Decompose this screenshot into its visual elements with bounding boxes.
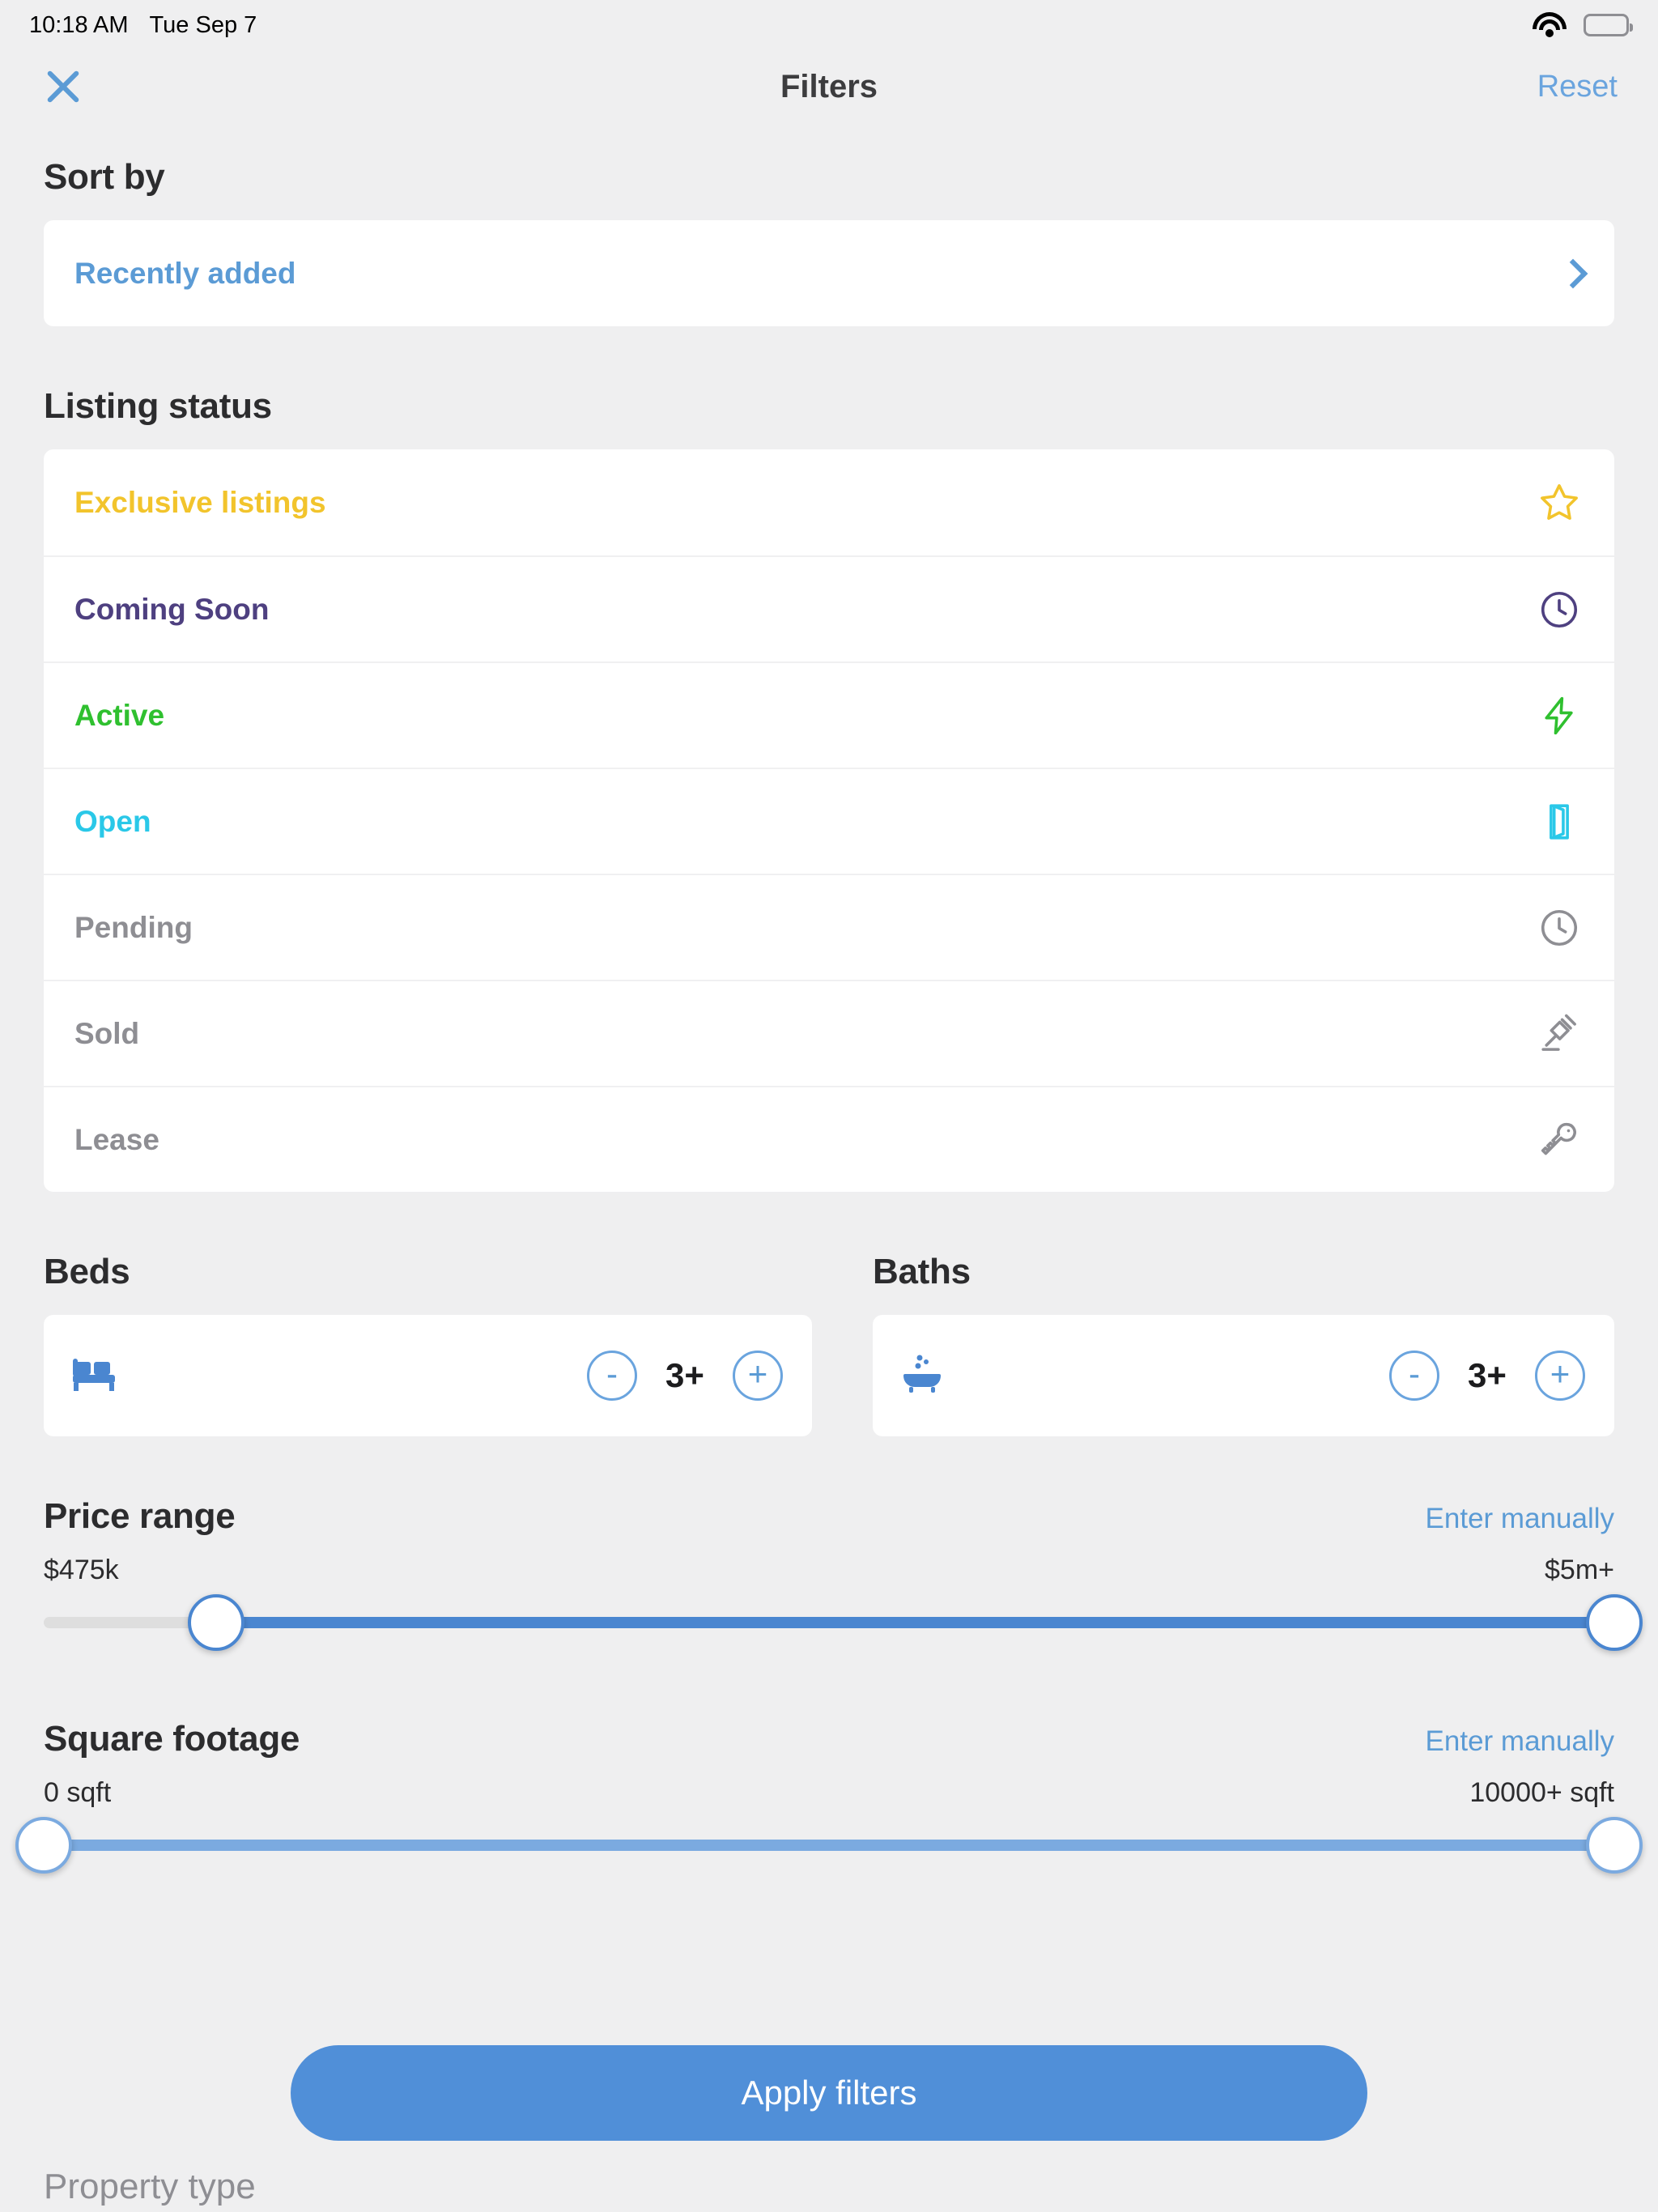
price-range-heading: Price range xyxy=(44,1496,236,1536)
beds-stepper: - 3+ + xyxy=(44,1315,812,1436)
gavel-icon xyxy=(1535,1010,1584,1058)
baths-increment-button[interactable]: + xyxy=(1535,1351,1585,1401)
sqft-slider-max-handle[interactable] xyxy=(1586,1817,1643,1874)
beds-increment-button[interactable]: + xyxy=(733,1351,783,1401)
sort-by-card: Recently added xyxy=(44,220,1614,326)
baths-decrement-button[interactable]: - xyxy=(1389,1351,1439,1401)
sqft-min-label: 0 sqft xyxy=(44,1777,112,1808)
listing-status-label: Sold xyxy=(74,1016,140,1050)
listing-status-row-sold[interactable]: Sold xyxy=(44,980,1614,1086)
price-slider-min-handle[interactable] xyxy=(188,1594,245,1651)
baths-group: Baths - 3+ + xyxy=(829,1252,1658,1436)
sqft-slider-min-handle[interactable] xyxy=(15,1817,72,1874)
bed-icon xyxy=(73,1357,118,1395)
price-slider-fill xyxy=(216,1617,1614,1628)
sort-by-section: Sort by Recently added xyxy=(0,157,1658,326)
listing-status-section: Listing status Exclusive listings Coming … xyxy=(0,386,1658,1192)
listing-status-row-open[interactable]: Open xyxy=(44,768,1614,874)
clock-icon xyxy=(1535,585,1584,634)
listing-status-heading: Listing status xyxy=(44,386,272,426)
listing-status-row-active[interactable]: Active xyxy=(44,661,1614,768)
sqft-max-label: 10000+ sqft xyxy=(1469,1777,1614,1808)
lightning-bolt-icon xyxy=(1535,691,1584,740)
navigation-bar: Filters Reset xyxy=(0,50,1658,123)
listing-status-label: Active xyxy=(74,698,165,732)
price-range-section: Price range Enter manually $475k $5m+ xyxy=(0,1496,1658,1659)
baths-value: 3+ xyxy=(1468,1356,1507,1394)
sqft-enter-manually-link[interactable]: Enter manually xyxy=(1426,1725,1614,1758)
beds-decrement-button[interactable]: - xyxy=(587,1351,637,1401)
square-footage-heading: Square footage xyxy=(44,1719,300,1759)
baths-stepper: - 3+ + xyxy=(873,1315,1614,1436)
price-range-slider[interactable] xyxy=(44,1586,1643,1659)
key-icon xyxy=(1535,1116,1584,1164)
beds-baths-section: Beds - 3+ + Baths - 3+ + xyxy=(0,1252,1658,1436)
apply-filters-bar: Apply filters xyxy=(0,2045,1658,2141)
listing-status-label: Open xyxy=(74,804,151,838)
listing-status-row-exclusive-listings[interactable]: Exclusive listings xyxy=(44,449,1614,555)
baths-heading: Baths xyxy=(873,1252,971,1291)
price-slider-max-handle[interactable] xyxy=(1586,1594,1643,1651)
open-door-icon xyxy=(1535,798,1584,846)
listing-status-label: Exclusive listings xyxy=(74,485,326,519)
status-time: 10:18 AM xyxy=(29,11,129,38)
beds-heading: Beds xyxy=(44,1252,130,1291)
beds-group: Beds - 3+ + xyxy=(0,1252,829,1436)
square-footage-slider[interactable] xyxy=(15,1809,1643,1882)
sort-by-row[interactable]: Recently added xyxy=(44,220,1614,326)
bathtub-icon xyxy=(902,1355,942,1397)
price-enter-manually-link[interactable]: Enter manually xyxy=(1426,1503,1614,1535)
status-bar: 10:18 AM Tue Sep 7 xyxy=(0,0,1658,50)
listing-status-row-lease[interactable]: Lease xyxy=(44,1086,1614,1192)
listing-status-label: Coming Soon xyxy=(74,592,270,626)
page-title: Filters xyxy=(780,68,878,104)
sort-by-heading: Sort by xyxy=(44,157,165,197)
battery-icon xyxy=(1584,14,1633,36)
listing-status-label: Lease xyxy=(74,1122,159,1156)
listing-status-label: Pending xyxy=(74,910,193,944)
apply-filters-button[interactable]: Apply filters xyxy=(291,2045,1367,2141)
listing-status-card: Exclusive listings Coming Soon Active Open P… xyxy=(44,449,1614,1192)
listing-status-row-coming-soon[interactable]: Coming Soon xyxy=(44,555,1614,661)
sort-by-value: Recently added xyxy=(74,256,296,290)
chevron-right-icon xyxy=(1558,258,1588,288)
status-date: Tue Sep 7 xyxy=(149,11,257,38)
beds-value: 3+ xyxy=(665,1356,704,1394)
price-max-label: $5m+ xyxy=(1545,1555,1614,1585)
sqft-slider-fill xyxy=(44,1840,1614,1851)
price-min-label: $475k xyxy=(44,1555,119,1585)
clock-icon xyxy=(1535,904,1584,952)
listing-status-row-pending[interactable]: Pending xyxy=(44,874,1614,980)
star-icon xyxy=(1535,479,1584,527)
square-footage-section: Square footage Enter manually 0 sqft 100… xyxy=(0,1719,1658,1882)
wifi-icon xyxy=(1532,12,1567,38)
property-type-heading: Property type xyxy=(44,2167,256,2206)
